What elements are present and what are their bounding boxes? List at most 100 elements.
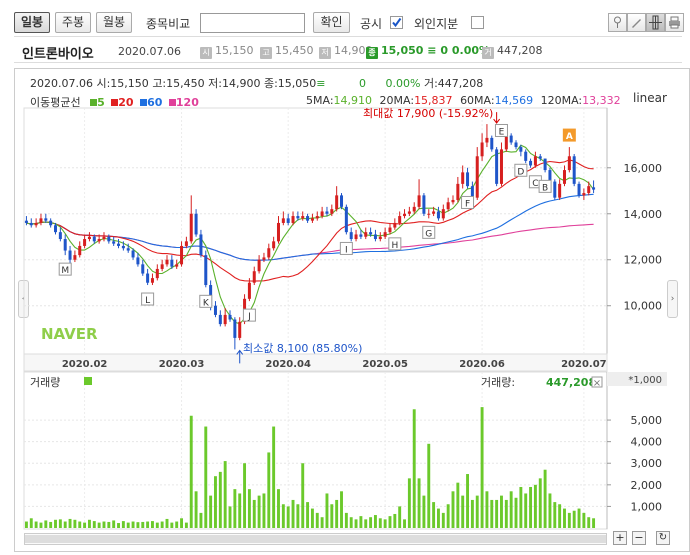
candle-body	[446, 202, 450, 210]
volume-bar	[548, 493, 552, 528]
candle-body	[175, 264, 179, 267]
volume-bar	[29, 518, 33, 528]
volume-bar	[301, 463, 305, 528]
candle-body	[146, 273, 150, 283]
candle-body	[102, 236, 106, 240]
volume-bar	[335, 499, 339, 528]
volume-bar	[500, 495, 503, 528]
candle-body	[44, 218, 48, 221]
candle-body	[131, 250, 135, 258]
naver-watermark: NAVER	[41, 325, 98, 343]
candle-body	[252, 271, 256, 283]
candle-body	[24, 220, 28, 223]
candle-body	[572, 156, 576, 184]
volume-bar	[490, 499, 494, 528]
candle-body	[475, 156, 479, 198]
date-tick-label: 2020.03	[159, 359, 205, 370]
volume-bar	[214, 476, 217, 528]
candle-body	[398, 216, 402, 223]
volume-bar	[325, 493, 329, 528]
volume-bar	[344, 512, 348, 528]
candle-body	[359, 234, 363, 237]
candle-body	[34, 222, 38, 226]
scrollbar-track[interactable]	[24, 533, 607, 545]
candle-body	[267, 248, 271, 258]
event-marker-label: J	[247, 312, 251, 322]
candle-body	[524, 151, 528, 161]
volume-bar	[180, 518, 183, 528]
candle-body	[170, 259, 174, 267]
volume-bar	[470, 499, 474, 528]
date-tick-label: 2020.05	[362, 359, 408, 370]
candle-body	[373, 234, 377, 240]
volume-bar	[92, 521, 96, 528]
candle-body	[301, 216, 305, 219]
max-arrow-icon	[493, 112, 501, 124]
volume-bar	[354, 519, 358, 528]
volume-bar	[146, 521, 150, 528]
candle-body	[403, 213, 407, 217]
reset-button[interactable]: ↻	[656, 531, 670, 545]
candle-body	[262, 257, 266, 260]
volume-bar	[58, 519, 62, 528]
candle-body	[562, 170, 566, 184]
candle-body	[417, 195, 421, 207]
volume-bar	[24, 521, 28, 528]
candle-body	[582, 193, 586, 196]
volume-bar	[63, 521, 67, 528]
plus-icon: +	[615, 531, 625, 544]
volume-bar	[78, 521, 82, 528]
volume-bar	[378, 518, 382, 528]
candle-body	[432, 211, 436, 214]
volume-bar	[398, 506, 402, 528]
candle-body	[141, 264, 145, 274]
volume-bar	[107, 521, 111, 528]
candle-body	[543, 158, 547, 171]
candle-body	[466, 172, 470, 187]
volume-bar	[427, 443, 431, 528]
volume-bar	[524, 493, 528, 528]
candle-body	[107, 236, 111, 242]
price-tick-label: 12,000	[624, 254, 663, 267]
candle-body	[364, 232, 368, 237]
price-tick-label: 16,000	[624, 162, 663, 175]
candle-body	[194, 213, 198, 235]
candle-body	[490, 137, 494, 150]
candle-body	[349, 232, 353, 240]
volume-bar	[141, 521, 145, 528]
candle-body	[39, 218, 43, 223]
minus-icon: −	[634, 531, 644, 544]
volume-bar	[369, 517, 373, 528]
candle-body	[92, 236, 96, 242]
event-marker-label: H	[391, 241, 398, 251]
scrollbar-thumb[interactable]	[25, 535, 606, 543]
volume-bar	[117, 523, 120, 528]
candle-body	[160, 264, 164, 269]
volume-bar	[151, 521, 154, 528]
event-marker-label: G	[425, 229, 432, 239]
volume-bar	[238, 493, 242, 528]
candle-body	[480, 142, 484, 157]
volume-bar	[228, 506, 232, 528]
candle-body	[441, 209, 445, 219]
candle-body	[538, 156, 542, 159]
volume-bar	[315, 512, 319, 528]
zoom-out-button[interactable]: −	[632, 531, 646, 545]
volume-bar	[446, 504, 450, 528]
volume-bar	[572, 510, 576, 528]
volume-bar	[592, 518, 596, 528]
volume-bar	[383, 519, 387, 528]
volume-bar	[461, 495, 465, 528]
candle-body	[422, 195, 426, 214]
candle-body	[29, 222, 33, 226]
candle-body	[136, 257, 140, 265]
candle-body	[73, 255, 77, 260]
volume-bar	[359, 516, 363, 528]
candle-body	[495, 149, 499, 184]
zoom-in-button[interactable]: +	[613, 531, 627, 545]
volume-bar	[39, 522, 43, 528]
volume-tick-label: 5,000	[631, 414, 663, 427]
refresh-icon: ↻	[658, 532, 668, 543]
volume-tick-label: 2,000	[631, 479, 663, 492]
volume-bar	[87, 519, 91, 528]
